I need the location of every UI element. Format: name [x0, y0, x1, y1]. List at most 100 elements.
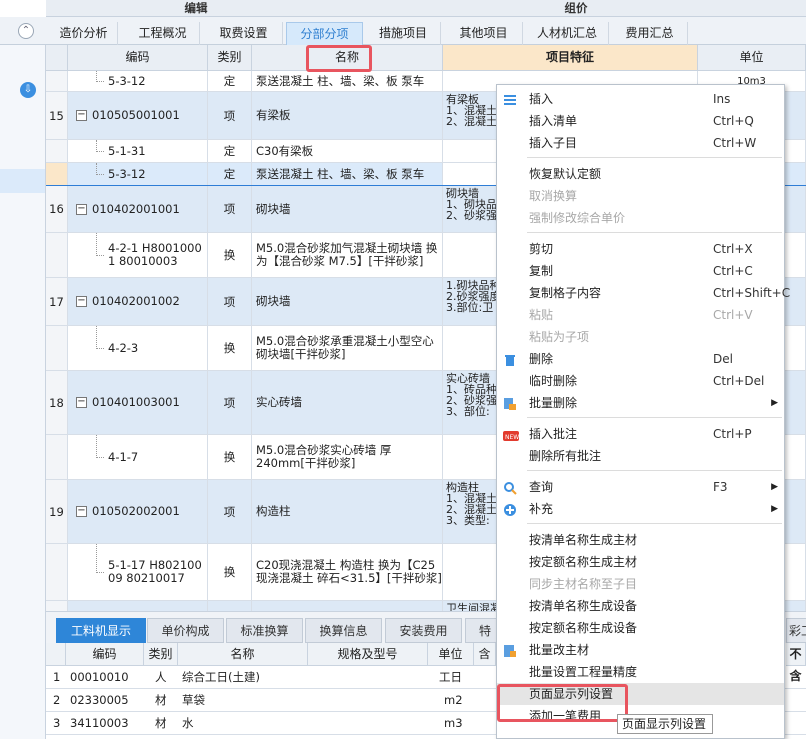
- row-number-cell[interactable]: 18: [46, 371, 68, 434]
- code-cell[interactable]: 5-3-12: [68, 163, 208, 185]
- tab-resource-summary[interactable]: 人材机汇总: [526, 22, 609, 45]
- btab-extra-right[interactable]: 彩工: [786, 618, 806, 643]
- name-cell[interactable]: 构造柱: [252, 480, 443, 543]
- menu-item[interactable]: 批量设置工程量精度: [497, 661, 784, 683]
- type-cell[interactable]: 换: [208, 326, 252, 370]
- row-number-cell[interactable]: [46, 326, 68, 370]
- type-cell[interactable]: 定: [208, 140, 252, 162]
- download-icon[interactable]: ⇩: [20, 82, 36, 98]
- name-cell[interactable]: 实心砖墙: [252, 371, 443, 434]
- collapse-toggle-icon[interactable]: −: [76, 506, 87, 517]
- menu-item[interactable]: NEW 插入批注 Ctrl+P: [497, 423, 784, 445]
- menu-item[interactable]: 批量删除 ▶: [497, 392, 784, 414]
- btab-conversion-info[interactable]: 换算信息: [305, 618, 382, 643]
- bcol-header-right[interactable]: 不含: [786, 643, 806, 683]
- bcol-header-type[interactable]: 类别: [144, 643, 178, 666]
- type-cell[interactable]: 项: [208, 186, 252, 232]
- row-number-cell[interactable]: [46, 140, 68, 162]
- menu-item[interactable]: 查询 F3 ▶: [497, 476, 784, 498]
- col-header-unit[interactable]: 单位: [698, 45, 806, 71]
- name-cell[interactable]: M5.0混合砂浆承重混凝土小型空心砌块墙[干拌砂浆]: [252, 326, 443, 370]
- name-cell[interactable]: 圈梁: [252, 601, 443, 611]
- menu-item[interactable]: 按定额名称生成主材: [497, 551, 784, 573]
- btab-unit-price[interactable]: 单价构成: [147, 618, 224, 643]
- tab-cost-analysis[interactable]: 造价分析: [50, 22, 118, 45]
- menu-item[interactable]: 复制格子内容 Ctrl+Shift+C: [497, 282, 790, 304]
- bcol-header-unit[interactable]: 单位: [428, 643, 474, 666]
- menu-item[interactable]: 删除所有批注: [497, 445, 784, 467]
- menu-item[interactable]: 恢复默认定额: [497, 163, 784, 185]
- code-cell[interactable]: −010402001002: [68, 278, 208, 325]
- bcol-header-name[interactable]: 名称: [178, 643, 308, 666]
- row-number-cell[interactable]: 15: [46, 92, 68, 139]
- collapse-toggle-icon[interactable]: −: [76, 203, 87, 215]
- menu-item[interactable]: 剪切 Ctrl+X: [497, 238, 784, 260]
- row-number-cell[interactable]: [46, 544, 68, 600]
- row-number-cell[interactable]: 17: [46, 278, 68, 325]
- type-cell[interactable]: 项: [208, 278, 252, 325]
- code-cell[interactable]: −010503004001: [68, 601, 208, 611]
- code-cell[interactable]: 5-3-12: [68, 71, 208, 91]
- menu-item[interactable]: 补充 ▶: [497, 498, 784, 520]
- col-header-code[interactable]: 编码: [68, 45, 208, 71]
- col-header-feature[interactable]: 项目特征: [443, 45, 698, 71]
- code-cell[interactable]: −010505001001: [68, 92, 208, 139]
- code-cell[interactable]: −010402001001: [68, 186, 208, 232]
- type-cell[interactable]: 换: [208, 435, 252, 479]
- menu-item[interactable]: 删除 Del: [497, 348, 784, 370]
- tab-measures[interactable]: 措施项目: [366, 22, 441, 45]
- type-cell[interactable]: 项: [208, 92, 252, 139]
- menu-item[interactable]: 复制 Ctrl+C: [497, 260, 784, 282]
- menu-item[interactable]: 批量改主材: [497, 639, 784, 661]
- menu-item[interactable]: 临时删除 Ctrl+Del: [497, 370, 784, 392]
- name-cell[interactable]: 砌块墙: [252, 278, 443, 325]
- btab-standard-conversion[interactable]: 标准换算: [226, 618, 303, 643]
- name-cell[interactable]: C20现浇混凝土 构造柱 换为【C25现浇混凝土 碎石<31.5】[干拌砂浆]: [252, 544, 443, 600]
- menu-item[interactable]: 按定额名称生成设备: [497, 617, 784, 639]
- btab-resource-display[interactable]: 工料机显示: [56, 618, 146, 643]
- type-cell[interactable]: 定: [208, 71, 252, 91]
- name-cell[interactable]: M5.0混合砂浆实心砖墙 厚240mm[干拌砂浆]: [252, 435, 443, 479]
- type-cell[interactable]: 项: [208, 371, 252, 434]
- name-cell[interactable]: M5.0混合砂浆加气混凝土砌块墙 换为【混合砂浆 M7.5】[干拌砂浆]: [252, 233, 443, 277]
- type-cell[interactable]: 项: [208, 480, 252, 543]
- code-cell[interactable]: −010502002001: [68, 480, 208, 543]
- name-cell[interactable]: 砌块墙: [252, 186, 443, 232]
- tab-fee-summary[interactable]: 费用汇总: [612, 22, 688, 45]
- type-cell[interactable]: 换: [208, 544, 252, 600]
- collapse-icon[interactable]: ⌃: [18, 23, 34, 39]
- collapse-toggle-icon[interactable]: −: [76, 110, 87, 121]
- code-cell[interactable]: 5-1-17 H80210009 80210017: [68, 544, 208, 600]
- code-cell[interactable]: 5-1-31: [68, 140, 208, 162]
- type-cell[interactable]: 项: [208, 601, 252, 611]
- row-number-cell[interactable]: [46, 163, 68, 185]
- name-cell[interactable]: 有梁板: [252, 92, 443, 139]
- tab-items[interactable]: 分部分项: [286, 22, 363, 45]
- row-number-cell[interactable]: 16: [46, 186, 68, 232]
- btab-install-fee[interactable]: 安装费用: [385, 618, 462, 643]
- code-cell[interactable]: 4-1-7: [68, 435, 208, 479]
- type-cell[interactable]: 换: [208, 233, 252, 277]
- row-number-cell[interactable]: [46, 233, 68, 277]
- code-cell[interactable]: 4-2-3: [68, 326, 208, 370]
- bcol-header-extra[interactable]: 含: [474, 643, 496, 666]
- menu-item[interactable]: 按清单名称生成设备: [497, 595, 784, 617]
- menu-item[interactable]: 插入 Ins: [497, 88, 784, 110]
- row-number-cell[interactable]: [46, 435, 68, 479]
- menu-item[interactable]: 按清单名称生成主材: [497, 529, 784, 551]
- menu-item[interactable]: 插入子目 Ctrl+W: [497, 132, 784, 154]
- row-number-cell[interactable]: [46, 71, 68, 91]
- tab-fee-settings[interactable]: 取费设置: [205, 22, 283, 45]
- tab-project-overview[interactable]: 工程概况: [126, 22, 200, 45]
- code-cell[interactable]: −010401003001: [68, 371, 208, 434]
- name-cell[interactable]: C30有梁板: [252, 140, 443, 162]
- collapse-toggle-icon[interactable]: −: [76, 296, 87, 307]
- collapse-toggle-icon[interactable]: −: [76, 397, 87, 408]
- bcol-header-spec[interactable]: 规格及型号: [308, 643, 428, 666]
- tab-other-items[interactable]: 其他项目: [445, 22, 523, 45]
- name-cell[interactable]: 泵送混凝土 柱、墙、梁、板 泵车: [252, 163, 443, 185]
- bcol-header-code[interactable]: 编码: [66, 643, 144, 666]
- col-header-type[interactable]: 类别: [208, 45, 252, 71]
- type-cell[interactable]: 定: [208, 163, 252, 185]
- code-cell[interactable]: 4-2-1 H80010001 80010003: [68, 233, 208, 277]
